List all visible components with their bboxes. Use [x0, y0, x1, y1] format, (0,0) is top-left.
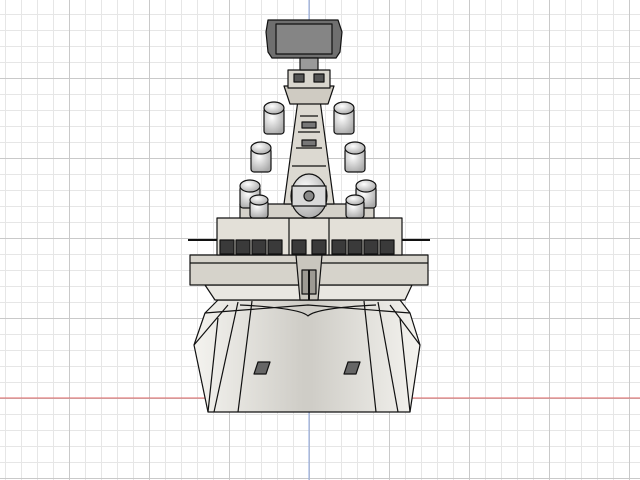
- viewport-canvas[interactable]: [0, 0, 640, 480]
- gun-turret[interactable]: [290, 173, 328, 219]
- cad-viewport[interactable]: [0, 0, 640, 480]
- dome-stbd-4: [345, 194, 365, 219]
- dome-port-1: [263, 101, 285, 135]
- dome-stbd-2: [344, 141, 366, 173]
- dome-port-4: [249, 194, 269, 219]
- ship-hull[interactable]: [193, 299, 421, 413]
- forecastle-deck[interactable]: [189, 254, 429, 301]
- dome-stbd-1: [333, 101, 355, 135]
- dome-port-2: [250, 141, 272, 173]
